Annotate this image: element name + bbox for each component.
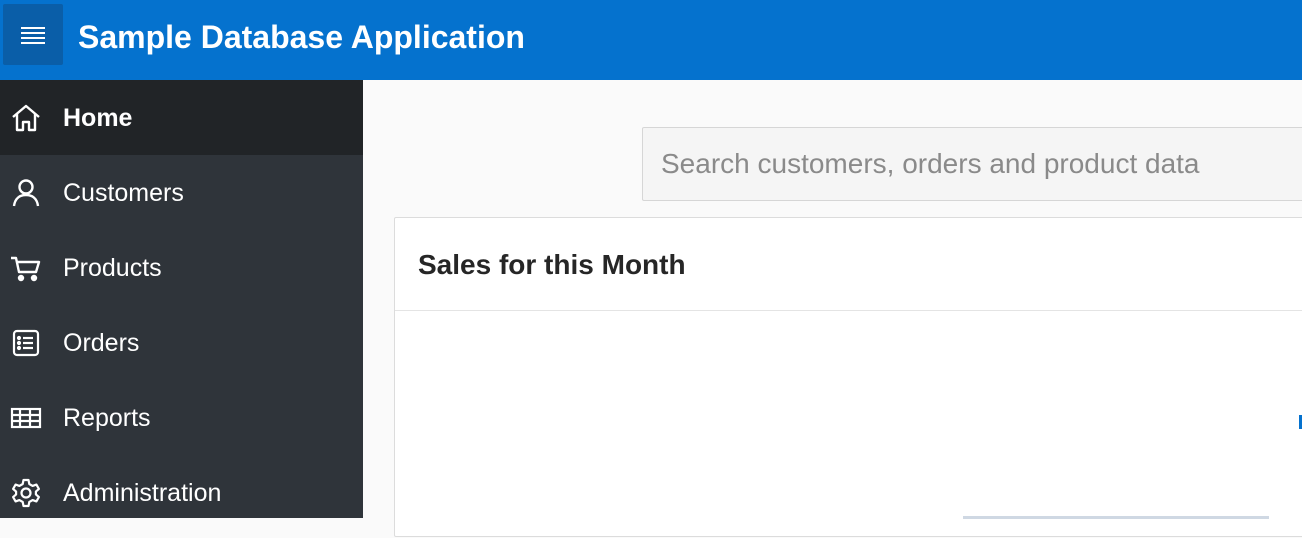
region-title: Sales for this Month [418, 249, 686, 280]
cart-icon [10, 252, 42, 284]
home-icon [10, 102, 42, 134]
gear-icon [10, 477, 42, 509]
sidebar-item-label: Orders [63, 328, 140, 357]
sidebar-nav: Home Customers Products Orders Reports A… [0, 80, 363, 518]
hamburger-menu-icon [21, 26, 45, 44]
region-header: Sales for this Month [395, 218, 1302, 311]
app-title[interactable]: Sample Database Application [78, 17, 525, 57]
table-icon [10, 402, 42, 434]
sidebar-item-reports[interactable]: Reports [0, 380, 363, 455]
sidebar-item-label: Home [63, 103, 133, 132]
sidebar-item-orders[interactable]: Orders [0, 305, 363, 380]
sidebar-item-label: Products [63, 253, 162, 282]
chart-area [395, 311, 1302, 538]
sidebar-item-label: Reports [63, 403, 151, 432]
sales-region: Sales for this Month [394, 217, 1302, 537]
sidebar-item-home[interactable]: Home [0, 80, 363, 155]
sidebar-item-customers[interactable]: Customers [0, 155, 363, 230]
sidebar-item-label: Customers [63, 178, 184, 207]
user-icon [10, 177, 42, 209]
sidebar-item-products[interactable]: Products [0, 230, 363, 305]
sidebar-item-administration[interactable]: Administration [0, 455, 363, 530]
app-header: Sample Database Application [0, 0, 1302, 80]
list-icon [10, 327, 42, 359]
sidebar-item-label: Administration [63, 478, 222, 507]
search-input[interactable] [642, 127, 1302, 201]
menu-toggle-button[interactable] [3, 4, 63, 65]
main-content: Sales for this Month [363, 80, 1302, 537]
